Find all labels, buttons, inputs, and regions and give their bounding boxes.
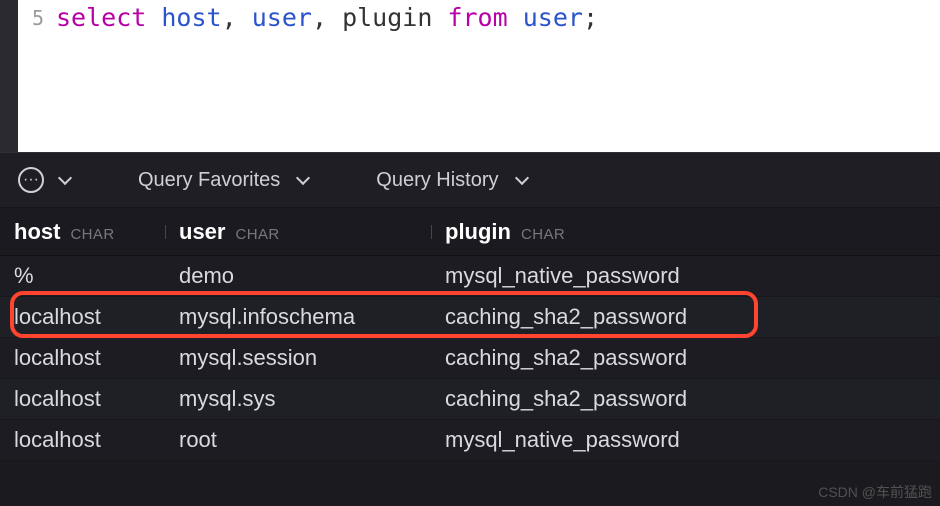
results-panel: ··· Query Favorites Query History host C… xyxy=(0,152,940,461)
table-row[interactable]: localhostmysql.sessioncaching_sha2_passw… xyxy=(0,338,940,379)
table-row[interactable]: localhostrootmysql_native_password xyxy=(0,420,940,461)
favorites-label: Query Favorites xyxy=(138,169,280,192)
col-name: host xyxy=(14,219,60,245)
chevron-down-icon xyxy=(296,171,310,185)
cell-user: mysql.sys xyxy=(165,386,431,412)
more-menu-button[interactable]: ··· xyxy=(18,167,44,193)
cell-host: localhost xyxy=(0,345,165,371)
history-label: Query History xyxy=(376,169,498,192)
table-row[interactable]: localhostmysql.infoschemacaching_sha2_pa… xyxy=(0,297,940,338)
cell-host: localhost xyxy=(0,386,165,412)
cell-plugin: mysql_native_password xyxy=(431,263,809,289)
table-row[interactable]: %demomysql_native_password xyxy=(0,256,940,297)
col-type: CHAR xyxy=(70,226,114,243)
line-number: 5 xyxy=(32,6,44,30)
cell-host: % xyxy=(0,263,165,289)
watermark: CSDN @车前猛跑 xyxy=(818,482,932,502)
comma: , xyxy=(222,3,237,32)
col-name: plugin xyxy=(445,219,511,245)
col-plugin[interactable]: plugin CHAR xyxy=(431,219,809,245)
col-user[interactable]: user CHAR xyxy=(165,219,431,245)
table-body: %demomysql_native_passwordlocalhostmysql… xyxy=(0,256,940,461)
cell-user: mysql.infoschema xyxy=(165,304,431,330)
col-type: CHAR xyxy=(521,226,565,243)
cell-user: root xyxy=(165,427,431,453)
query-favorites-dropdown[interactable]: Query Favorites xyxy=(138,169,308,192)
cell-host: localhost xyxy=(0,427,165,453)
ident-table: user xyxy=(523,3,583,32)
col-type: CHAR xyxy=(235,226,279,243)
ident-user: user xyxy=(252,3,312,32)
cell-plugin: mysql_native_password xyxy=(431,427,809,453)
col-host[interactable]: host CHAR xyxy=(0,219,165,245)
ident-plugin: plugin xyxy=(342,3,432,32)
cell-plugin: caching_sha2_password xyxy=(431,386,809,412)
cell-host: localhost xyxy=(0,304,165,330)
comma: , xyxy=(312,3,327,32)
cell-plugin: caching_sha2_password xyxy=(431,345,809,371)
ident-host: host xyxy=(161,3,221,32)
chevron-down-icon[interactable] xyxy=(58,171,72,185)
cell-user: demo xyxy=(165,263,431,289)
query-history-dropdown[interactable]: Query History xyxy=(376,169,526,192)
table-header: host CHAR user CHAR plugin CHAR xyxy=(0,208,940,256)
semicolon: ; xyxy=(583,3,598,32)
cell-plugin: caching_sha2_password xyxy=(431,304,809,330)
code-area[interactable]: select host, user, plugin from user; xyxy=(52,0,940,152)
table-row[interactable]: localhostmysql.syscaching_sha2_password xyxy=(0,379,940,420)
col-name: user xyxy=(179,219,225,245)
cell-user: mysql.session xyxy=(165,345,431,371)
results-toolbar: ··· Query Favorites Query History xyxy=(0,152,940,208)
keyword-from: from xyxy=(447,3,507,32)
chevron-down-icon xyxy=(514,171,528,185)
line-gutter: 5 xyxy=(18,0,52,152)
keyword-select: select xyxy=(56,3,146,32)
sql-editor[interactable]: 5 select host, user, plugin from user; xyxy=(0,0,940,152)
